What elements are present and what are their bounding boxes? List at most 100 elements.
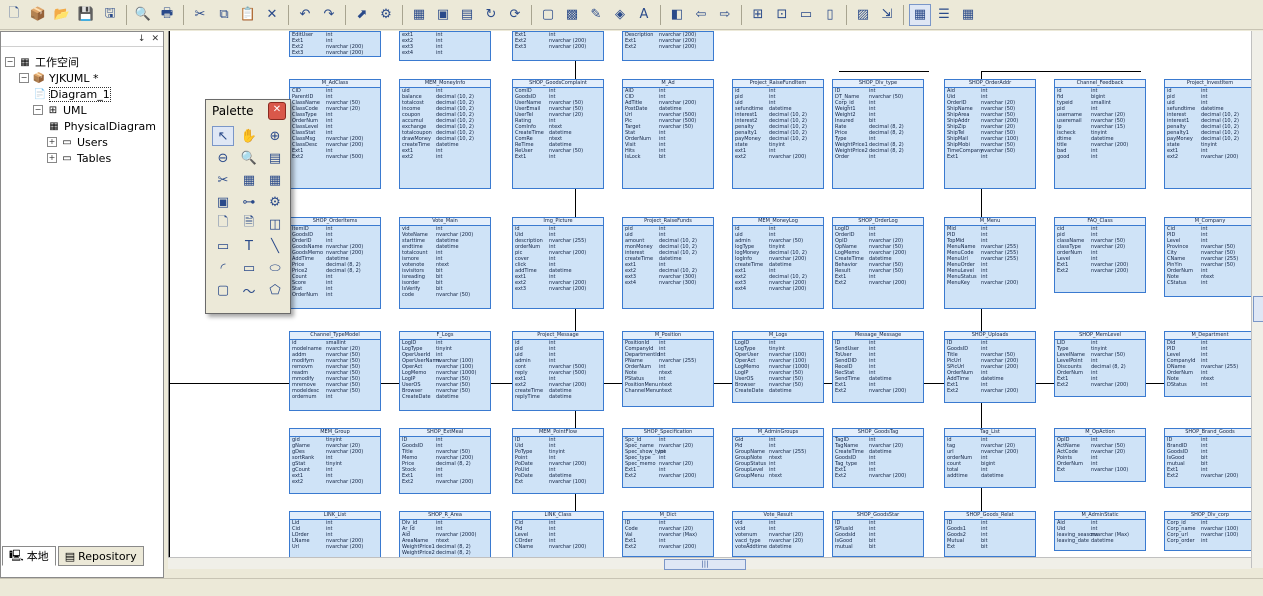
expand-icon[interactable]: + xyxy=(47,137,57,147)
entity-table[interactable]: SHOP_Specification Spc_Id int Spec_name nvar… xyxy=(622,428,714,488)
polyline-tool-icon[interactable]: 〜 xyxy=(238,280,260,300)
fill-color-icon[interactable]: ✎ xyxy=(585,4,607,26)
entity-table[interactable]: SHOP_Uploads ID int GoodsID int Title nvarchar… xyxy=(944,331,1036,403)
horizontal-scrollbar[interactable]: ||| xyxy=(168,557,1251,570)
sync-icon[interactable]: ⟳ xyxy=(504,4,526,26)
entity-table[interactable]: Vote_Result vid int vcid int votenum nvarchar … xyxy=(732,511,824,557)
entity-table[interactable]: SHOP_GoodsTag TagID int TagName nvarchar (20… xyxy=(832,428,924,488)
view-grid-icon[interactable]: ▦ xyxy=(957,4,979,26)
arc-tool-icon[interactable]: ◜ xyxy=(212,258,234,278)
rectangle-tool-icon[interactable]: ▭ xyxy=(238,258,260,278)
paste-icon[interactable]: 📋 xyxy=(237,4,259,26)
entity-table[interactable]: FAQ_Class cid int pid int className nvarchar (… xyxy=(1054,217,1146,293)
font-color-icon[interactable]: A xyxy=(633,4,655,26)
save-icon[interactable]: 💾 xyxy=(75,4,97,26)
add-package-icon[interactable]: ▣ xyxy=(432,4,454,26)
rounded-rect-tool-icon[interactable]: ▢ xyxy=(212,280,234,300)
vertical-scrollbar[interactable] xyxy=(1251,31,1263,568)
entity-table[interactable]: Channel_TypeModel id smallint modelname nvar… xyxy=(289,331,381,411)
horizontal-scroll-thumb[interactable]: ||| xyxy=(664,559,746,570)
entity-table[interactable]: MEM_Group gid tinyint gName nvarchar (20) gDe… xyxy=(289,428,381,494)
close-icon[interactable]: ✕ xyxy=(151,34,159,44)
print-preview-icon[interactable]: 🔍 xyxy=(132,4,154,26)
entity-table[interactable]: Project_InvestItem id int pid int uid int sefun… xyxy=(1164,79,1252,189)
entity-table[interactable]: MEM_PointFlow ID int Uid int PoType tinyint Poi… xyxy=(512,428,604,494)
layout-side-icon[interactable]: ▯ xyxy=(819,4,841,26)
hand-tool-icon[interactable]: ✋ xyxy=(238,126,260,146)
view-list-icon[interactable]: ☰ xyxy=(933,4,955,26)
tree-item[interactable]: + ▭ Users xyxy=(47,134,108,150)
expand-icon[interactable]: + xyxy=(47,153,57,163)
entity-table[interactable]: Ext1 int Ext2 nvarchar (200) Ext3 nvarchar (2… xyxy=(512,31,604,61)
add-class-icon[interactable]: ▤ xyxy=(456,4,478,26)
entity-table[interactable]: Project_RaiseFunds pid int uid int amount deci… xyxy=(622,217,714,309)
line-color-icon[interactable]: ◈ xyxy=(609,4,631,26)
entity-table[interactable]: MEM_MoneyInfo uid int balance decimal (10, 2… xyxy=(399,79,491,189)
entity-table[interactable]: SHOP_Dlv_corp Corp_id int Corp_name nvarchar… xyxy=(1164,511,1252,551)
entity-table[interactable]: SHOP_Brand_Goods ID int BrandID int GoodsID in… xyxy=(1164,428,1252,488)
tree-item[interactable]: 📄 Diagram_1 xyxy=(33,86,111,102)
properties-icon[interactable]: ▤ xyxy=(264,148,286,168)
delete-icon[interactable]: ✕ xyxy=(261,4,283,26)
tree-item[interactable]: − ⊞ UML xyxy=(33,102,87,118)
entity-table[interactable]: M_OpAction OpID int ActName nvarchar (50) Act… xyxy=(1054,428,1146,482)
settings-icon[interactable]: ⚙ xyxy=(375,4,397,26)
entity-table[interactable]: M_Company Cid int PID int Level int Province nva… xyxy=(1164,217,1252,297)
refresh-icon[interactable]: ↻ xyxy=(480,4,502,26)
ellipse-tool-icon[interactable]: ⬭ xyxy=(264,258,286,278)
pointer-tool-icon[interactable]: ↖ xyxy=(212,126,234,146)
entity-table[interactable]: SHOP_GoodsComplaint ComID int GoodsID int Use… xyxy=(512,79,604,189)
gallery-icon[interactable]: ▨ xyxy=(852,4,874,26)
entity-table[interactable]: SHOP_GoodsStar ID int SPlusId int GoodsId int I… xyxy=(832,511,924,557)
copy-icon[interactable]: ⧉ xyxy=(213,4,235,26)
entity-table[interactable]: M_Logs LogID int LogType tinyint OperUser nvar… xyxy=(732,331,824,403)
view-tool-icon[interactable]: ▣ xyxy=(212,192,234,212)
vertical-scroll-thumb[interactable] xyxy=(1253,296,1263,322)
bring-front-icon[interactable]: ⇨ xyxy=(714,4,736,26)
palette-title-bar[interactable]: Palette ✕ xyxy=(206,100,290,122)
entity-table[interactable]: SHOP_Goods_Relat ID int Goods1 int Goods2 int M… xyxy=(944,511,1036,557)
save-all-icon[interactable]: 🖫 xyxy=(99,4,121,26)
entity-table[interactable]: SHOP_R_Area Dlv_id int Ar_Id int Aid nvarchar … xyxy=(399,511,491,557)
table-tool-icon[interactable]: ▦ xyxy=(264,170,286,190)
entity-table[interactable]: MEM_MoneyLog id int uid int admin nvarchar (50… xyxy=(732,217,824,309)
entity-table[interactable]: M_Menu Mid int PID int TopMid int MenuName nvarc… xyxy=(944,217,1036,309)
zoom-in-icon[interactable]: ⊕ xyxy=(264,126,286,146)
undo-icon[interactable]: ↶ xyxy=(294,4,316,26)
diagram-canvas[interactable]: EditUser int Ext1 int Ext2 nvarchar (200) Ext3… xyxy=(168,31,1252,557)
entity-table[interactable]: LINK_Class Cid int Pid int Level int COrder int C… xyxy=(512,511,604,557)
entity-table[interactable]: M_AdminGroups Gid int Pid int GroupName nvarch… xyxy=(732,428,824,488)
entity-table[interactable]: SHOP_ExtMeal ID int GoodsID int Title nvarchar… xyxy=(399,428,491,494)
arrange-icon[interactable]: ▢ xyxy=(537,4,559,26)
entity-table[interactable]: M_Ad AID int CID int AdTitle nvarchar (200) Pos… xyxy=(622,79,714,189)
entity-table[interactable]: SHOP_Dlv_type ID int DT_Name nvarchar (50) Co… xyxy=(832,79,924,189)
entity-table[interactable]: LINK_List Lid int Cid int LOrder int LName nvarc… xyxy=(289,511,381,557)
group-icon[interactable]: ◧ xyxy=(666,4,688,26)
cut-icon[interactable]: ✂ xyxy=(189,4,211,26)
package-tool-icon[interactable]: ▦ xyxy=(238,170,260,190)
note-tool-icon[interactable]: 🗎 xyxy=(238,214,260,234)
collapse-icon[interactable]: − xyxy=(33,105,43,115)
collapse-icon[interactable]: − xyxy=(5,57,15,67)
tree-item[interactable]: ▦ PhysicalDiagram xyxy=(47,118,156,134)
entity-table[interactable]: SHOP_MemLevel LID int Type tinyint LevelName n… xyxy=(1054,331,1146,397)
entity-table[interactable]: M_AdClass CID int ParentID int ClassName nvarc… xyxy=(289,79,381,189)
view-diagram-icon[interactable]: ▦ xyxy=(909,3,931,26)
entity-table[interactable]: Description nvarchar (200) Ext1 nvarchar (2… xyxy=(622,31,714,61)
tree-item[interactable]: + ▭ Tables xyxy=(47,150,111,166)
entity-table[interactable]: Project_Message id int pid int uid int admin int… xyxy=(512,331,604,411)
entity-table[interactable]: SHOP_OrderAddr Aid int Uid int OrderID nvarcha… xyxy=(944,79,1036,189)
new-icon[interactable]: 🗋 xyxy=(3,4,25,26)
entity-table[interactable]: Channel_Feedback id int fid bigint typeid smal… xyxy=(1054,79,1146,189)
entity-table[interactable]: Vote_Main vid int VoteName nvarchar (200) sta… xyxy=(399,217,491,309)
entity-table[interactable]: M_Department Did int PID int Level int CompanyI… xyxy=(1164,331,1252,397)
entity-table[interactable]: Tag_List id int tag nvarchar (20) url nvarchar… xyxy=(944,428,1036,488)
entity-table[interactable]: M_Dict ID int Code nvarchar (20) Val nvarchar … xyxy=(622,511,714,557)
layout-tree-icon[interactable]: ⊞ xyxy=(747,4,769,26)
entity-table[interactable]: EditUser int Ext1 int Ext2 nvarchar (200) Ext3… xyxy=(289,31,381,57)
line-tool-icon[interactable]: ╲ xyxy=(264,236,286,256)
layout-panel-icon[interactable]: ▭ xyxy=(795,4,817,26)
redo-icon[interactable]: ↷ xyxy=(318,4,340,26)
send-back-icon[interactable]: ⇦ xyxy=(690,4,712,26)
add-diagram-icon[interactable]: ▦ xyxy=(408,4,430,26)
